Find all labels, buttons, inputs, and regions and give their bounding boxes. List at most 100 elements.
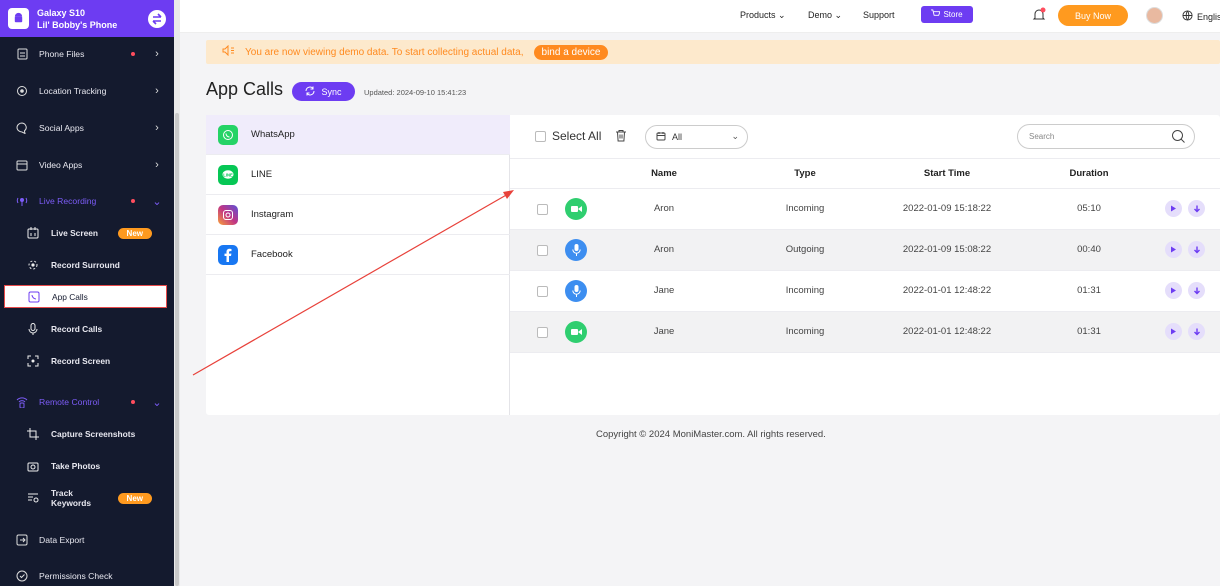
live-screen-icon (26, 227, 40, 239)
calls-table: Select All All ⌄ Search Name Type Start … (510, 115, 1220, 415)
store-button[interactable]: Store (921, 6, 973, 23)
column-header-start-time[interactable]: Start Time (924, 168, 970, 179)
call-name: Aron (653, 244, 675, 255)
line-icon: LINE (218, 164, 238, 185)
sidebar-item-label: Capture Screenshots (51, 429, 136, 439)
call-duration: 01:31 (1077, 285, 1101, 296)
row-checkbox[interactable] (537, 286, 548, 297)
sidebar-item-data-export[interactable]: Data Export (0, 528, 174, 552)
type-filter-select[interactable]: All ⌄ (645, 125, 748, 149)
table-row[interactable]: Aron Outgoing 2022-01-09 15:08:22 00:40 (510, 230, 1220, 271)
sidebar-item-label: Record Screen (51, 356, 111, 366)
call-duration: 01:31 (1077, 326, 1101, 337)
column-header-duration[interactable]: Duration (1069, 168, 1108, 179)
sidebar-scrollbar[interactable] (174, 0, 180, 586)
search-input[interactable]: Search (1017, 124, 1195, 149)
table-toolbar: Select All All ⌄ Search (510, 115, 1220, 159)
play-icon[interactable] (1165, 282, 1182, 299)
sidebar-item-phone-files[interactable]: Phone Files › (0, 42, 174, 66)
sidebar-item-live-recording[interactable]: Live Recording ⌄ (0, 189, 174, 213)
sidebar-item-location-tracking[interactable]: Location Tracking › (0, 79, 174, 103)
products-menu[interactable]: Products ⌄ (740, 10, 786, 21)
globe-icon (1182, 10, 1193, 23)
facebook-icon (218, 244, 238, 265)
download-icon[interactable] (1188, 282, 1205, 299)
permissions-icon (16, 570, 28, 582)
download-icon[interactable] (1188, 323, 1205, 340)
search-icon[interactable] (1171, 129, 1186, 146)
whatsapp-icon (218, 124, 238, 145)
keyword-icon (26, 492, 40, 504)
scrollbar-thumb[interactable] (175, 113, 179, 586)
row-checkbox[interactable] (537, 204, 548, 215)
chevron-down-icon: ⌄ (152, 396, 162, 409)
microphone-icon (26, 323, 40, 335)
table-row[interactable]: Jane Incoming 2022-01-01 12:48:22 01:31 (510, 312, 1220, 353)
download-icon[interactable] (1188, 241, 1205, 258)
checkbox[interactable] (535, 130, 546, 142)
sidebar-item-social-apps[interactable]: Social Apps › (0, 116, 174, 140)
table-row[interactable]: Jane Incoming 2022-01-01 12:48:22 01:31 (510, 271, 1220, 312)
column-header-type[interactable]: Type (794, 168, 815, 179)
sidebar-item-capture-screenshots[interactable]: Capture Screenshots (0, 422, 174, 446)
sync-icon (305, 86, 315, 98)
row-checkbox[interactable] (537, 327, 548, 338)
download-icon[interactable] (1188, 200, 1205, 217)
sidebar-item-video-apps[interactable]: Video Apps › (0, 153, 174, 177)
main-card: WhatsApp LINE LINE Instagram Facebook Se… (206, 115, 1220, 415)
sidebar-item-take-photos[interactable]: Take Photos (0, 454, 174, 478)
language-selector[interactable]: Englis (1182, 10, 1220, 23)
device-name: Lil' Bobby's Phone (37, 19, 118, 30)
page-title: App Calls (206, 79, 284, 99)
app-name: WhatsApp (251, 129, 295, 140)
select-all-checkbox[interactable]: Select All (535, 129, 601, 143)
call-start-time: 2022-01-09 15:08:22 (902, 244, 992, 255)
app-item-line[interactable]: LINE LINE (206, 155, 510, 195)
sidebar-item-label: App Calls (52, 291, 88, 302)
sidebar-item-live-screen[interactable]: Live Screen New (0, 221, 174, 245)
sidebar-item-record-surround[interactable]: Record Surround (0, 253, 174, 277)
chevron-right-icon: › (155, 48, 159, 60)
live-recording-icon (16, 195, 28, 207)
instagram-icon (218, 204, 238, 225)
call-start-time: 2022-01-01 12:48:22 (902, 285, 992, 296)
app-name: LINE (251, 169, 273, 180)
app-item-instagram[interactable]: Instagram (206, 195, 510, 235)
sidebar-item-permissions-check[interactable]: Permissions Check (0, 564, 174, 586)
switch-device-icon[interactable] (148, 9, 166, 28)
row-checkbox[interactable] (537, 245, 548, 256)
voice-call-icon (565, 280, 587, 302)
sidebar-item-record-calls[interactable]: Record Calls (0, 317, 174, 341)
table-header: Name Type Start Time Duration (510, 159, 1220, 189)
sidebar-item-remote-control[interactable]: Remote Control ⌄ (0, 390, 174, 414)
bell-icon[interactable] (1032, 7, 1046, 26)
play-icon[interactable] (1165, 241, 1182, 258)
device-header[interactable]: Galaxy S10 Lil' Bobby's Phone (0, 0, 174, 37)
chevron-down-icon: ⌄ (778, 10, 786, 20)
sidebar-item-record-screen[interactable]: Record Screen (0, 349, 174, 373)
sidebar-item-app-calls[interactable]: App Calls (4, 285, 167, 308)
app-item-facebook[interactable]: Facebook (206, 235, 510, 275)
new-badge: New (117, 492, 152, 504)
sidebar-item-label: Social Apps (39, 123, 84, 133)
column-header-name[interactable]: Name (651, 168, 677, 179)
play-icon[interactable] (1165, 200, 1182, 217)
demo-menu[interactable]: Demo ⌄ (808, 10, 842, 21)
banner-message: You are now viewing demo data. To start … (245, 46, 524, 58)
demo-label: Demo (808, 10, 833, 20)
app-item-whatsapp[interactable]: WhatsApp (206, 115, 510, 155)
bind-device-button[interactable]: bind a device (533, 44, 609, 60)
buy-now-button[interactable]: Buy Now (1058, 5, 1128, 26)
user-avatar[interactable] (1146, 7, 1163, 24)
video-call-icon (565, 321, 587, 343)
support-link[interactable]: Support (863, 10, 895, 20)
chat-icon (16, 122, 28, 134)
trash-icon[interactable] (615, 129, 627, 145)
table-row[interactable]: Aron Incoming 2022-01-09 15:18:22 05:10 (510, 189, 1220, 230)
call-duration: 00:40 (1077, 244, 1101, 255)
sidebar-item-track-keywords[interactable]: Track Keywords New (0, 486, 174, 510)
play-icon[interactable] (1165, 323, 1182, 340)
sync-button[interactable]: Sync (292, 82, 355, 101)
sidebar-item-label: Permissions Check (39, 571, 113, 581)
search-placeholder: Search (1029, 132, 1055, 141)
